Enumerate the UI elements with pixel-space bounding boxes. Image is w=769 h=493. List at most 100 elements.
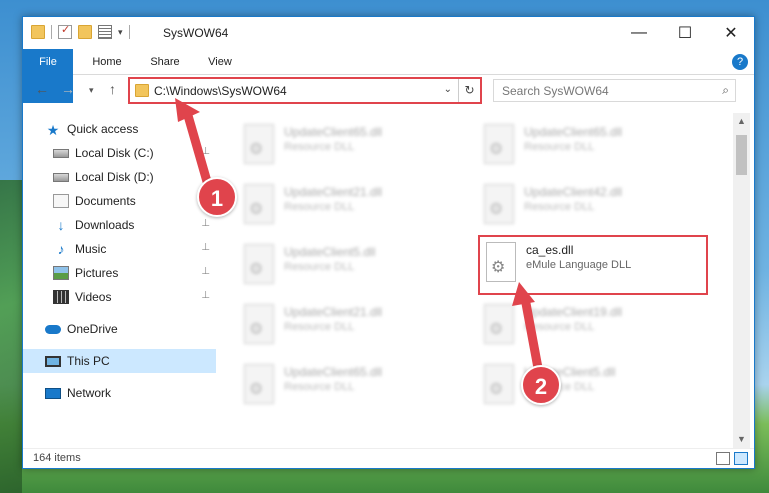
file-item[interactable]: UpdateClient5.dll Resource DLL	[238, 239, 468, 293]
dll-file-icon	[244, 364, 274, 404]
search-placeholder: Search SysWOW64	[502, 84, 609, 98]
step-1-badge: 1	[197, 177, 237, 217]
navigation-pane: ★ Quick access Local Disk (C:) ⊥ Local D…	[23, 113, 216, 448]
file-name: UpdateClient65.dll	[284, 365, 383, 379]
pin-icon[interactable]: ⊥	[201, 146, 210, 157]
sidebar-item-label: Network	[67, 386, 112, 400]
address-path[interactable]: C:\Windows\SysWOW64	[154, 84, 287, 98]
recent-locations-dropdown[interactable]: ▾	[89, 85, 94, 96]
pin-icon[interactable]: ⊥	[201, 290, 210, 301]
file-name: UpdateClient19.dll	[524, 305, 623, 319]
file-item[interactable]: UpdateClient19.dll Resource DLL	[478, 299, 708, 353]
tab-view[interactable]: View	[198, 49, 242, 75]
close-button[interactable]: ✕	[708, 17, 754, 49]
computer-icon	[45, 355, 61, 367]
dll-file-icon	[244, 304, 274, 344]
download-icon: ↓	[57, 217, 65, 233]
music-icon: ♪	[57, 241, 65, 257]
file-type: Resource DLL	[284, 141, 355, 153]
videos-icon	[53, 290, 69, 304]
file-name: UpdateClient42.dll	[524, 185, 623, 199]
pin-icon[interactable]: ⊥	[201, 242, 210, 253]
forward-button[interactable]: →	[61, 81, 75, 97]
new-folder-icon[interactable]	[78, 25, 92, 39]
window-controls: — ☐ ✕	[616, 17, 754, 49]
sidebar-item-local-disk-c[interactable]: Local Disk (C:) ⊥	[23, 141, 216, 165]
scroll-up-arrow-icon[interactable]: ▲	[733, 113, 750, 130]
vertical-scrollbar[interactable]: ▲ ▼	[733, 113, 750, 448]
sidebar-item-local-disk-d[interactable]: Local Disk (D:)	[23, 165, 216, 189]
file-name: UpdateClient65.dll	[284, 125, 383, 139]
step-2-badge: 2	[521, 365, 561, 405]
refresh-button[interactable]: ↻	[458, 79, 480, 102]
sidebar-item-downloads[interactable]: ↓ Downloads ⊥	[23, 213, 216, 237]
file-item[interactable]: UpdateClient21.dll Resource DLL	[238, 179, 468, 233]
file-type: Resource DLL	[284, 381, 355, 393]
dll-file-icon	[244, 244, 274, 284]
sidebar-item-label: OneDrive	[67, 322, 118, 336]
status-bar: 164 items	[23, 448, 754, 469]
sidebar-item-music[interactable]: ♪ Music ⊥	[23, 237, 216, 261]
help-icon[interactable]: ?	[732, 54, 748, 70]
file-item[interactable]: UpdateClient65.dll Resource DLL	[238, 359, 468, 413]
sidebar-item-label: Local Disk (D:)	[75, 170, 154, 184]
folder-icon	[31, 25, 45, 39]
back-button[interactable]: ←	[35, 81, 49, 97]
sidebar-item-label: This PC	[67, 354, 110, 368]
cloud-icon	[45, 324, 61, 334]
item-count: 164 items	[33, 452, 81, 464]
sidebar-item-network[interactable]: Network	[23, 381, 216, 405]
address-bar[interactable]: C:\Windows\SysWOW64 ⌄ ↻	[128, 77, 482, 104]
details-icon[interactable]	[98, 25, 112, 39]
scroll-down-arrow-icon[interactable]: ▼	[733, 431, 750, 448]
scroll-thumb[interactable]	[736, 135, 747, 175]
minimize-button[interactable]: —	[616, 17, 662, 49]
window-title: SysWOW64	[163, 26, 229, 40]
file-name: UpdateClient5.dll	[284, 245, 376, 259]
file-explorer-window: ▾ SysWOW64 — ☐ ✕ File Home Share View ? …	[22, 16, 755, 469]
file-item[interactable]: UpdateClient21.dll Resource DLL	[238, 299, 468, 353]
tab-share[interactable]: Share	[141, 49, 189, 75]
sidebar-item-quick-access[interactable]: ★ Quick access	[23, 117, 216, 141]
maximize-button[interactable]: ☐	[662, 17, 708, 49]
sidebar-item-videos[interactable]: Videos ⊥	[23, 285, 216, 309]
view-switcher	[716, 452, 748, 465]
file-item[interactable]: UpdateClient65.dll Resource DLL	[478, 119, 708, 173]
file-item[interactable]: UpdateClient65.dll Resource DLL	[238, 119, 468, 173]
details-view-icon[interactable]	[716, 452, 730, 465]
dll-file-icon	[484, 364, 514, 404]
properties-check-icon[interactable]	[58, 23, 72, 39]
disk-icon	[53, 148, 69, 158]
search-icon[interactable]: ⌕	[722, 83, 729, 98]
address-dropdown-button[interactable]: ⌄	[444, 84, 452, 95]
sidebar-item-onedrive[interactable]: OneDrive	[23, 317, 216, 341]
dll-file-icon	[484, 304, 514, 344]
file-type: Resource DLL	[284, 261, 355, 273]
ribbon-tabs: File Home Share View ?	[23, 49, 754, 103]
file-item[interactable]: UpdateClient5.dll Resource DLL	[478, 359, 708, 413]
sidebar-item-label: Quick access	[67, 122, 139, 136]
file-type: Resource DLL	[524, 321, 595, 333]
sidebar-item-label: Music	[75, 242, 107, 256]
sidebar-item-label: Downloads	[75, 218, 135, 232]
customize-qat-dropdown[interactable]: ▾	[118, 27, 123, 38]
file-item[interactable]: UpdateClient42.dll Resource DLL	[478, 179, 708, 233]
sidebar-item-label: Pictures	[75, 266, 119, 280]
search-box[interactable]: Search SysWOW64 ⌕	[493, 79, 736, 102]
tab-home[interactable]: Home	[83, 49, 131, 75]
file-type: Resource DLL	[284, 321, 355, 333]
toolbar-separator	[51, 25, 52, 39]
sidebar-item-documents[interactable]: Documents ⊥	[23, 189, 216, 213]
dll-file-icon	[484, 184, 514, 224]
sidebar-item-pictures[interactable]: Pictures ⊥	[23, 261, 216, 285]
pin-icon[interactable]: ⊥	[201, 266, 210, 277]
pictures-icon	[53, 266, 69, 280]
large-icons-view-icon[interactable]	[734, 452, 748, 465]
sidebar-item-this-pc[interactable]: This PC	[23, 349, 216, 373]
pin-icon[interactable]: ⊥	[201, 218, 210, 229]
sidebar-item-label: Documents	[75, 194, 136, 208]
file-type: Resource DLL	[524, 141, 595, 153]
file-name: UpdateClient21.dll	[284, 185, 383, 199]
up-button[interactable]: ↑	[109, 81, 116, 97]
file-name: UpdateClient65.dll	[524, 125, 623, 139]
